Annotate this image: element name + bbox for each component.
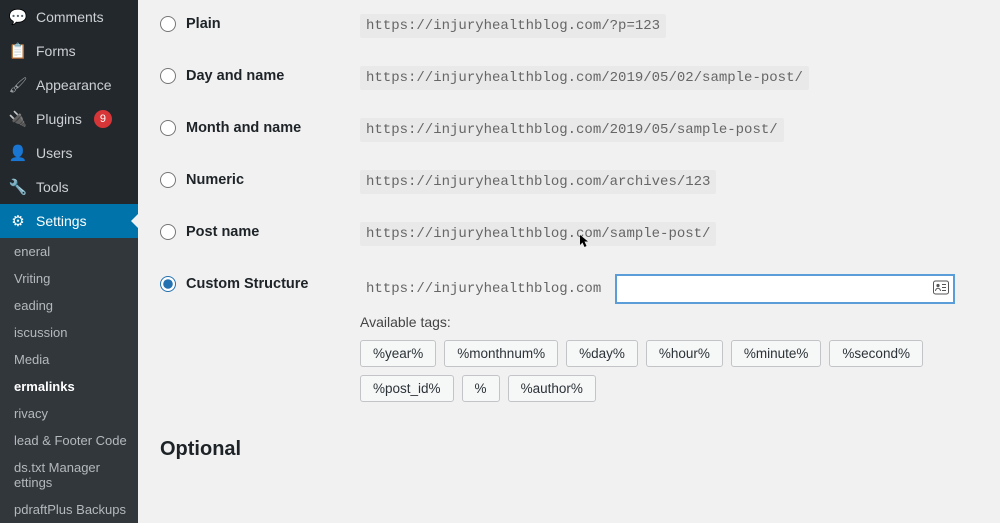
comments-icon: 💬: [8, 7, 28, 27]
tools-icon: 🔧: [8, 177, 28, 197]
radio-day-and-name[interactable]: [160, 68, 176, 84]
radio-plain[interactable]: [160, 16, 176, 32]
option-label: Plain: [186, 16, 221, 32]
menu-item-label: Settings: [36, 213, 87, 229]
submenu-item[interactable]: eading: [0, 292, 138, 319]
cursor-pointer-icon: [579, 234, 589, 251]
option-day-and-name: Day and name https://injuryhealthblog.com…: [160, 52, 984, 104]
radio-post-name[interactable]: [160, 224, 176, 240]
tag-button[interactable]: %post_id%: [360, 375, 454, 402]
tag-button[interactable]: %day%: [566, 340, 638, 367]
option-label: Month and name: [186, 120, 301, 136]
url-sample: https://injuryhealthblog.com/sample-post…: [360, 222, 716, 246]
submenu-item[interactable]: rivacy: [0, 400, 138, 427]
menu-item-users[interactable]: 👤 Users: [0, 136, 138, 170]
option-numeric: Numeric https://injuryhealthblog.com/arch…: [160, 156, 984, 208]
custom-structure-input[interactable]: [615, 274, 955, 304]
submenu-item[interactable]: iscussion: [0, 319, 138, 346]
base-url: https://injuryhealthblog.com: [360, 277, 607, 301]
option-label: Numeric: [186, 172, 244, 188]
menu-item-label: Tools: [36, 179, 69, 195]
admin-sidebar: 💬 Comments 📋 Forms 🖌 Appearance 🔌 Plugins 9 👤 Use…: [0, 0, 138, 513]
menu-item-comments[interactable]: 💬 Comments: [0, 0, 138, 34]
settings-permalinks-content: Plain https://injuryhealthblog.com/?p=123…: [138, 0, 1000, 513]
menu-item-label: Users: [36, 145, 73, 161]
section-heading-optional: Optional: [160, 438, 984, 461]
appearance-icon: 🖌: [8, 75, 28, 95]
tag-button[interactable]: %hour%: [646, 340, 723, 367]
option-post-name: Post name https://injuryhealthblog.com/sa…: [160, 208, 984, 260]
settings-icon: ⚙: [8, 211, 28, 231]
option-label: Day and name: [186, 68, 284, 84]
submenu-item[interactable]: pdraftPlus Backups: [0, 496, 138, 523]
submenu-item[interactable]: Vriting: [0, 265, 138, 292]
option-plain: Plain https://injuryhealthblog.com/?p=123: [160, 0, 984, 52]
menu-item-label: Comments: [36, 9, 104, 25]
plugins-icon: 🔌: [8, 109, 28, 129]
menu-item-label: Forms: [36, 43, 76, 59]
submenu-item[interactable]: eneral: [0, 238, 138, 265]
menu-item-settings[interactable]: ⚙ Settings: [0, 204, 138, 238]
tag-button[interactable]: %monthnum%: [444, 340, 558, 367]
menu-item-forms[interactable]: 📋 Forms: [0, 34, 138, 68]
option-month-and-name: Month and name https://injuryhealthblog.c…: [160, 104, 984, 156]
radio-month-and-name[interactable]: [160, 120, 176, 136]
radio-numeric[interactable]: [160, 172, 176, 188]
available-tags-label: Available tags:: [360, 314, 984, 330]
menu-item-tools[interactable]: 🔧 Tools: [0, 170, 138, 204]
menu-item-appearance[interactable]: 🖌 Appearance: [0, 68, 138, 102]
users-icon: 👤: [8, 143, 28, 163]
url-sample: https://injuryhealthblog.com/archives/12…: [360, 170, 716, 194]
submenu-item[interactable]: lead & Footer Code: [0, 427, 138, 454]
contacts-picker-icon: [933, 281, 949, 298]
label-custom-structure: Custom Structure: [186, 276, 308, 292]
menu-item-label: Appearance: [36, 77, 112, 93]
submenu-item[interactable]: ermalinks: [0, 373, 138, 400]
submenu-item[interactable]: ds.txt Manager ettings: [0, 454, 138, 496]
url-sample: https://injuryhealthblog.com/2019/05/02/…: [360, 66, 809, 90]
tag-button[interactable]: %second%: [829, 340, 923, 367]
option-label: Post name: [186, 224, 259, 240]
url-sample: https://injuryhealthblog.com/2019/05/sam…: [360, 118, 784, 142]
tag-button[interactable]: %minute%: [731, 340, 822, 367]
tag-button[interactable]: %author%: [508, 375, 596, 402]
forms-icon: 📋: [8, 41, 28, 61]
menu-item-plugins[interactable]: 🔌 Plugins 9: [0, 102, 138, 136]
tag-button[interactable]: %year%: [360, 340, 436, 367]
option-custom-structure: Custom Structure https://injuryhealthblo…: [160, 260, 984, 416]
update-badge: 9: [94, 110, 112, 128]
radio-custom-structure[interactable]: [160, 276, 176, 292]
menu-item-label: Plugins: [36, 111, 82, 127]
url-sample: https://injuryhealthblog.com/?p=123: [360, 14, 666, 38]
tag-button[interactable]: %: [462, 375, 500, 402]
submenu-item[interactable]: Media: [0, 346, 138, 373]
